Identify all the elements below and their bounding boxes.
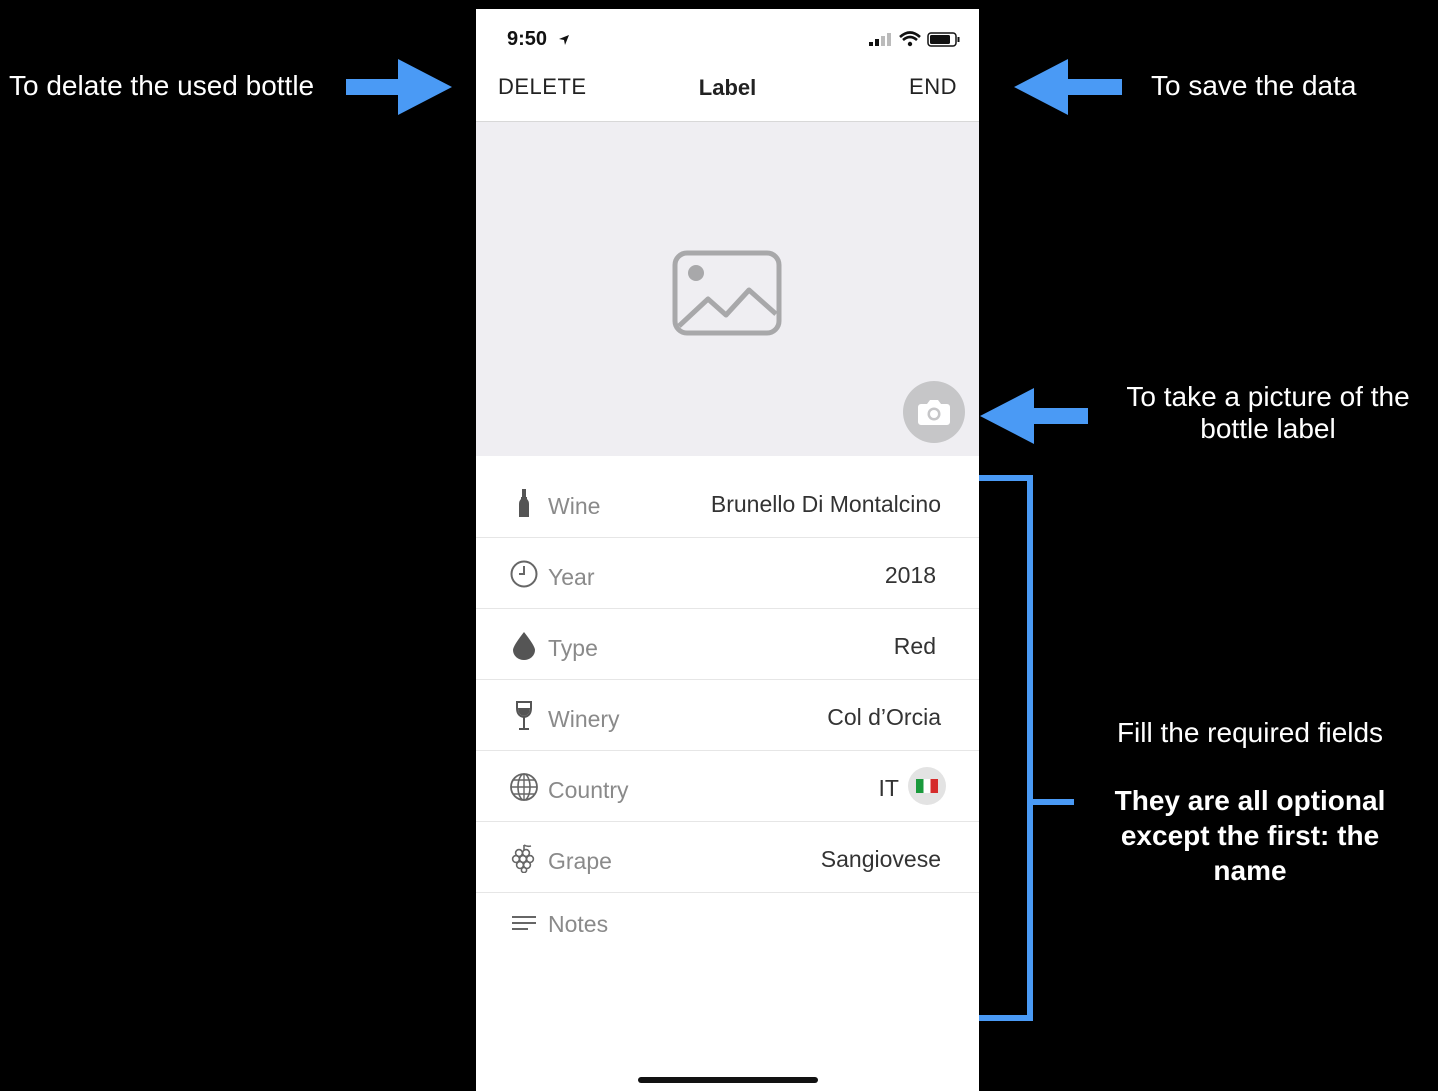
fields-list: Wine Brunello Di Montalcino Year 2018 Ty… (476, 467, 979, 1013)
field-value: IT (878, 775, 899, 801)
field-row-wine[interactable]: Wine Brunello Di Montalcino (476, 467, 979, 538)
italy-flag-icon (908, 767, 946, 805)
field-row-grape[interactable]: Grape Sangiovese (476, 822, 979, 893)
phone-screen: 9:50 DELETE Label END Wine Brunello Di M… (476, 9, 979, 1091)
grapes-icon (511, 844, 535, 873)
arrow-left-icon (1014, 59, 1122, 115)
label-photo-area[interactable] (476, 122, 979, 456)
notes-icon (512, 916, 536, 930)
camera-icon (918, 400, 950, 425)
end-button[interactable]: END (909, 74, 957, 100)
battery-icon (927, 32, 960, 47)
field-label: Type (548, 635, 598, 661)
arrow-right-icon (346, 59, 452, 115)
page-title: Label (698, 75, 757, 100)
field-value: 2018 (884, 562, 936, 588)
field-label: Grape (548, 848, 612, 874)
field-label: Wine (548, 493, 601, 519)
annotation-fill: Fill the required fields (1116, 717, 1384, 748)
wine-glass-icon (516, 701, 532, 730)
status-icons (869, 31, 960, 47)
field-value: Sangiovese (820, 846, 941, 872)
annotation-save: To save the data (1151, 70, 1357, 101)
home-indicator[interactable] (638, 1077, 818, 1083)
field-row-country[interactable]: Country IT (476, 751, 979, 822)
status-bar: 9:50 (476, 9, 979, 65)
annotation-delete: To delate the used bottle (9, 70, 315, 101)
annotation-optional: They are all optional except the first: … (1114, 785, 1386, 886)
globe-icon (510, 773, 538, 801)
signal-icon (869, 33, 891, 46)
drop-icon (513, 632, 535, 660)
camera-button[interactable] (903, 381, 965, 443)
field-row-year[interactable]: Year 2018 (476, 538, 979, 609)
bottle-icon (519, 489, 529, 517)
field-label: Year (548, 564, 595, 590)
status-time: 9:50 (507, 28, 548, 50)
image-placeholder-icon (672, 250, 782, 336)
field-row-notes[interactable]: Notes (476, 893, 979, 1013)
field-label: Winery (548, 706, 620, 732)
field-row-winery[interactable]: Winery Col d’Orcia (476, 680, 979, 751)
location-arrow-icon (559, 35, 569, 45)
field-label: Country (548, 777, 629, 803)
wifi-icon (899, 31, 921, 47)
clock-icon (510, 560, 538, 588)
field-value: Col d’Orcia (827, 704, 941, 730)
field-label: Notes (548, 911, 609, 937)
field-row-type[interactable]: Type Red (476, 609, 979, 680)
field-value: Brunello Di Montalcino (710, 491, 941, 517)
field-value: Red (893, 633, 936, 659)
arrow-left-icon (980, 388, 1088, 444)
annotation-camera: To take a picture of the bottle label (1126, 381, 1410, 444)
navigation-bar: DELETE Label END (476, 65, 979, 122)
